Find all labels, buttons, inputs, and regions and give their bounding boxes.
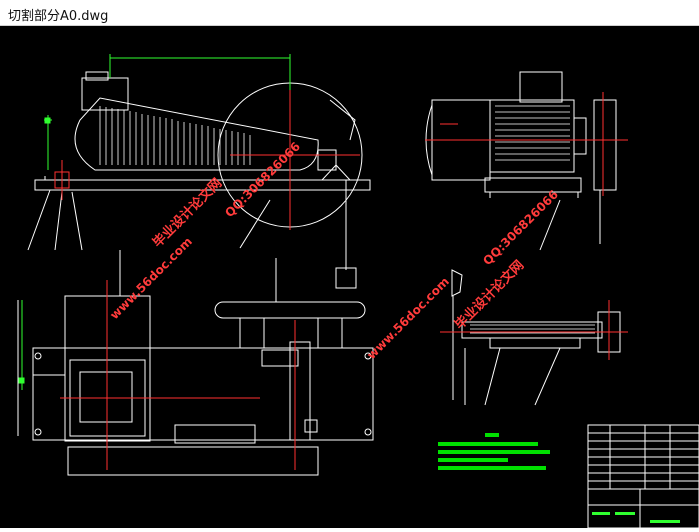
center-lines [61, 90, 360, 230]
window-title-bar: 切割部分A0.dwg [0, 0, 699, 26]
window-title: 切割部分A0.dwg [8, 9, 109, 24]
blade-detail-view [451, 269, 621, 406]
drawing-canvas[interactable]: www.56doc.com 毕业设计论文网 QQ:306826066 www.5… [0, 26, 699, 529]
technical-requirements-notes [438, 433, 550, 470]
title-block-text-marks [592, 512, 680, 523]
plan-dimensions [18, 300, 25, 390]
cad-drawing: www.56doc.com 毕业设计论文网 QQ:306826066 www.5… [17, 54, 699, 529]
side-view-assembly [27, 71, 371, 289]
plan-view-assembly [17, 250, 374, 476]
watermark-site-text-2: www.56doc.com [364, 274, 452, 362]
watermark-right: www.56doc.com [364, 274, 452, 362]
